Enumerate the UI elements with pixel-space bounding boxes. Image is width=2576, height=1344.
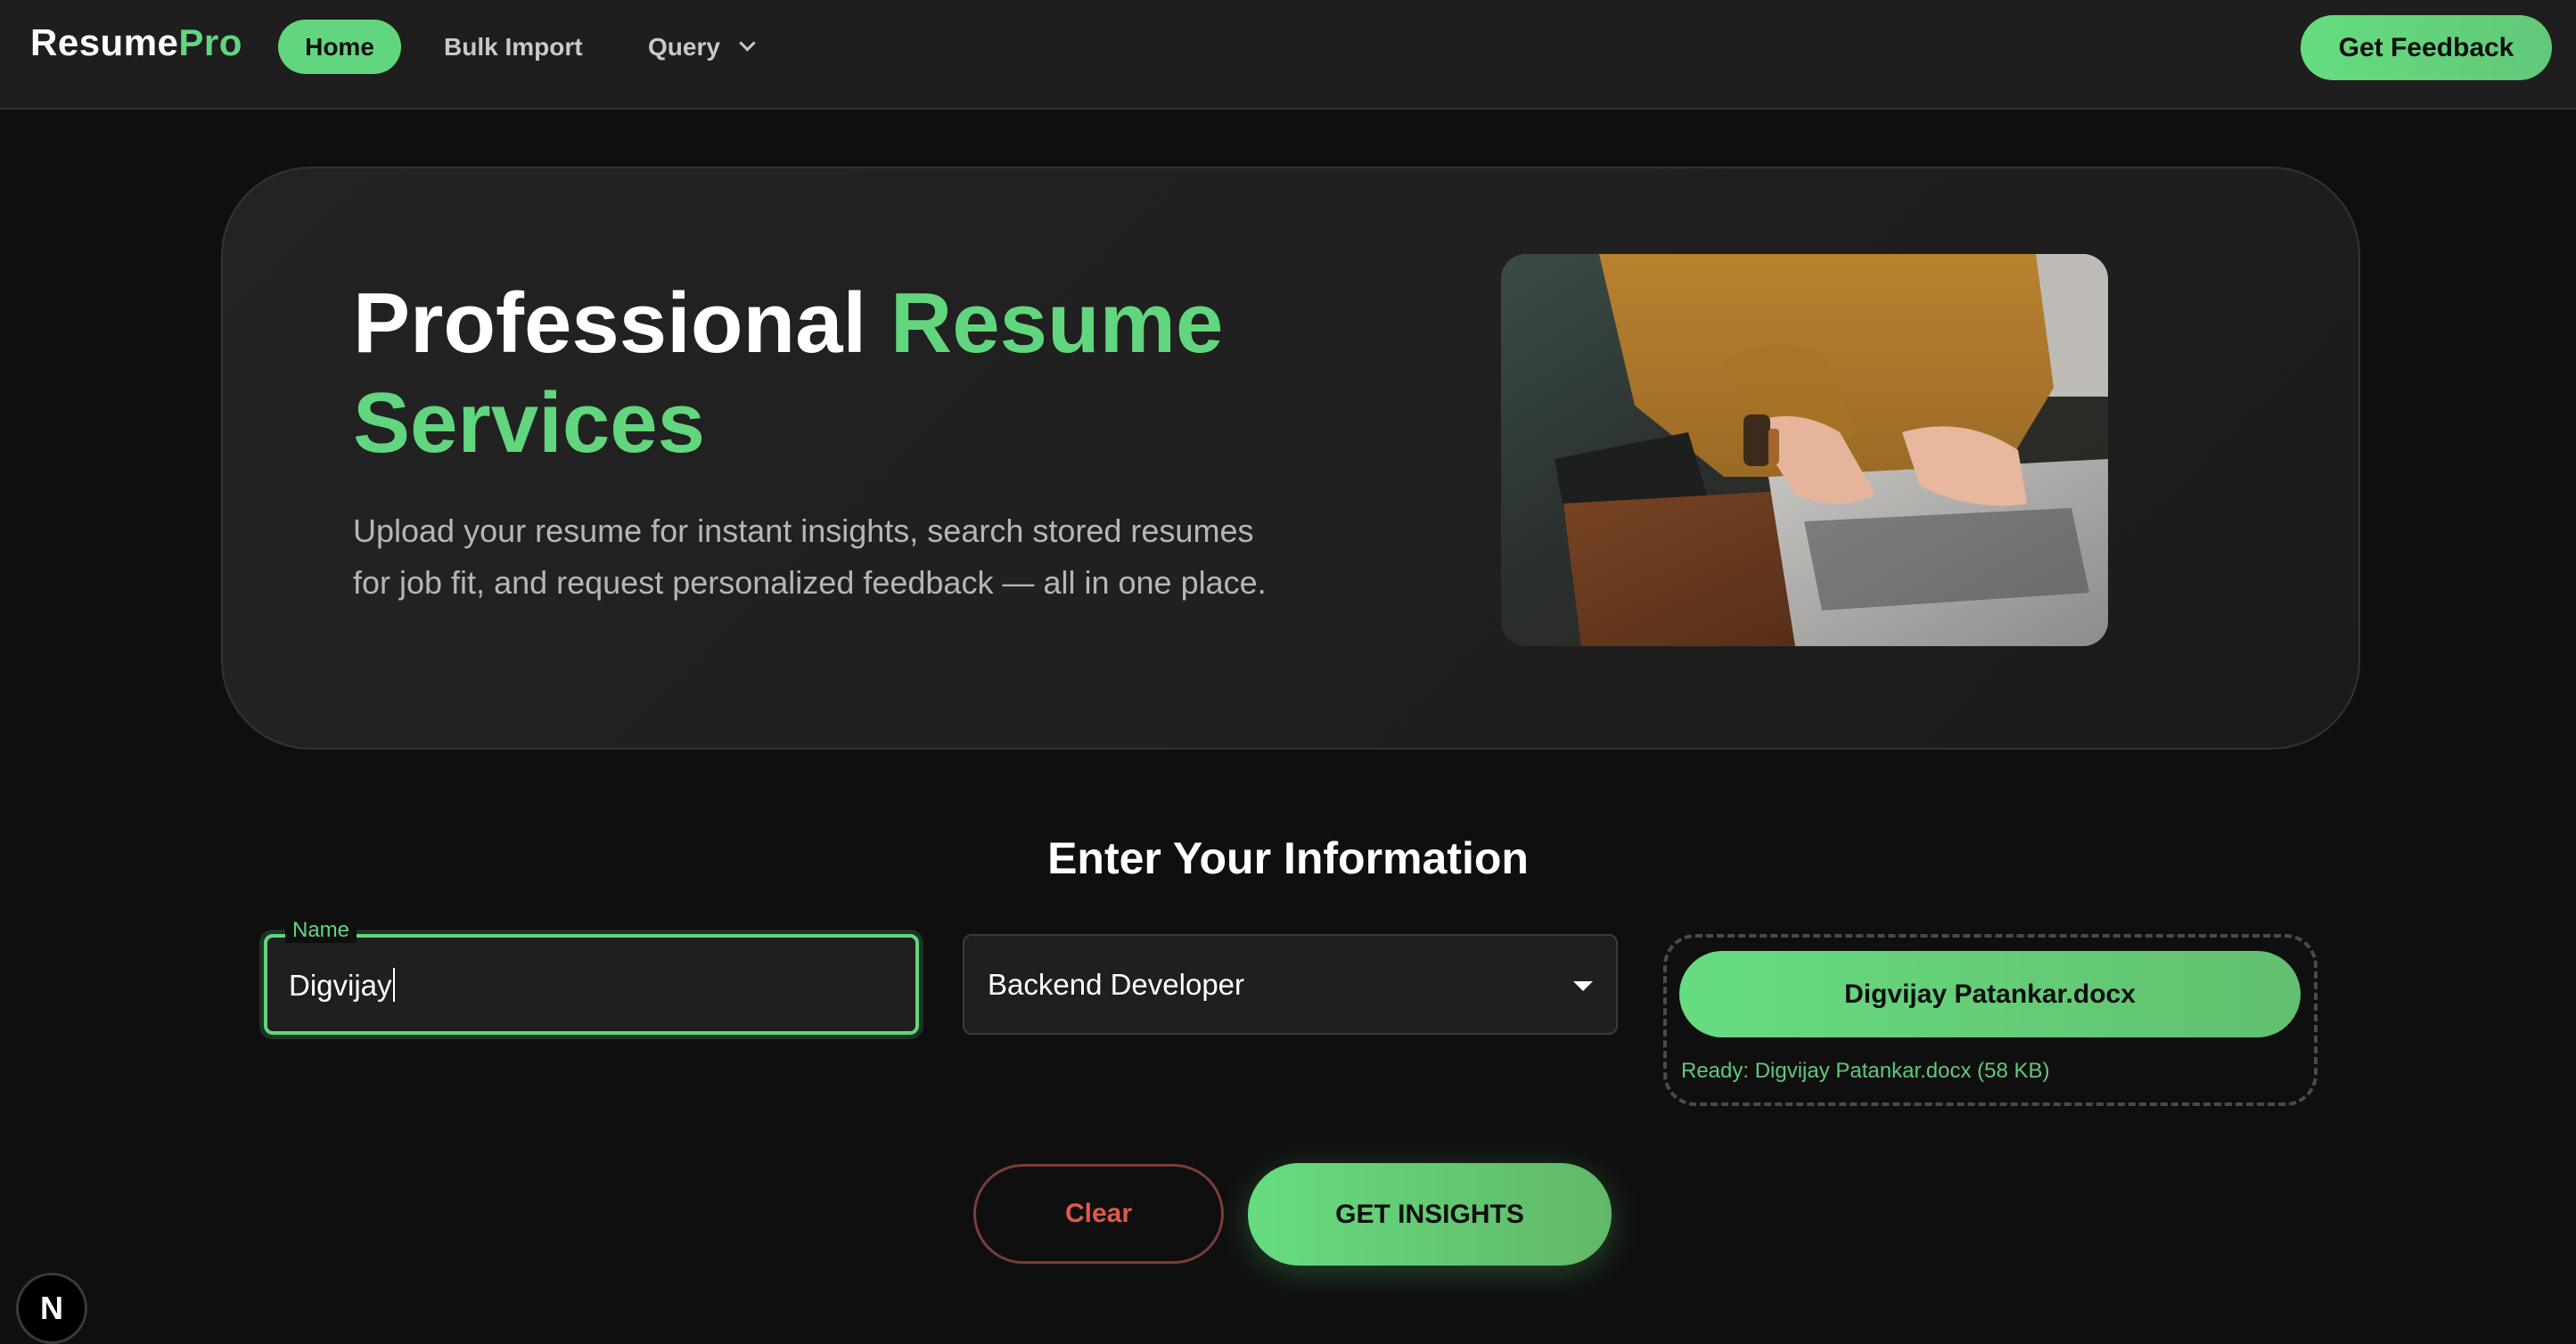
hero-title: Professional Resume Services [353, 274, 1423, 473]
logo[interactable]: ResumePro [30, 21, 242, 64]
job-role-select-value: Backend Developer [988, 968, 1245, 1001]
logo-text-main: Resume [30, 21, 179, 63]
get-feedback-button[interactable]: Get Feedback [2301, 15, 2552, 80]
get-insights-button[interactable]: GET INSIGHTS [1248, 1163, 1612, 1266]
text-caret [392, 968, 395, 1002]
nav-bulk-import-link[interactable]: Bulk Import [444, 20, 583, 74]
name-input-text: Digvijay [289, 969, 392, 1002]
top-navbar: ResumePro Home Bulk Import Query Get Fee… [0, 0, 2576, 110]
upload-status-text: Ready: Digvijay Patankar.docx (58 KB) [1681, 1059, 2050, 1083]
name-input-label: Name [285, 918, 357, 943]
hero-title-plain: Professional [353, 275, 890, 371]
caret-down-icon [1573, 981, 1593, 991]
nav-query-label: Query [648, 32, 720, 61]
hero-subtitle: Upload your resume for instant insights,… [353, 512, 1267, 601]
upload-file-button[interactable]: Digvijay Patankar.docx [1679, 951, 2301, 1037]
form-section-title: Enter Your Information [1047, 833, 1529, 883]
nav-home-button[interactable]: Home [278, 20, 401, 74]
name-input-value: Digvijay [289, 968, 395, 1003]
logo-text-accent: Pro [178, 21, 242, 63]
chevron-down-icon [739, 35, 756, 52]
clear-button[interactable]: Clear [973, 1164, 1224, 1264]
job-role-select[interactable]: Backend Developer [963, 934, 1618, 1035]
resume-upload-dropzone[interactable]: Digvijay Patankar.docx Ready: Digvijay P… [1663, 934, 2318, 1106]
hero-photo-laptop-typing [1501, 254, 2108, 646]
nav-query-dropdown[interactable]: Query [648, 20, 756, 74]
hero-card: Professional Resume Services Upload your… [221, 167, 2360, 750]
corner-n-badge[interactable]: N [16, 1273, 87, 1344]
name-input[interactable]: Name Digvijay [264, 918, 919, 1035]
